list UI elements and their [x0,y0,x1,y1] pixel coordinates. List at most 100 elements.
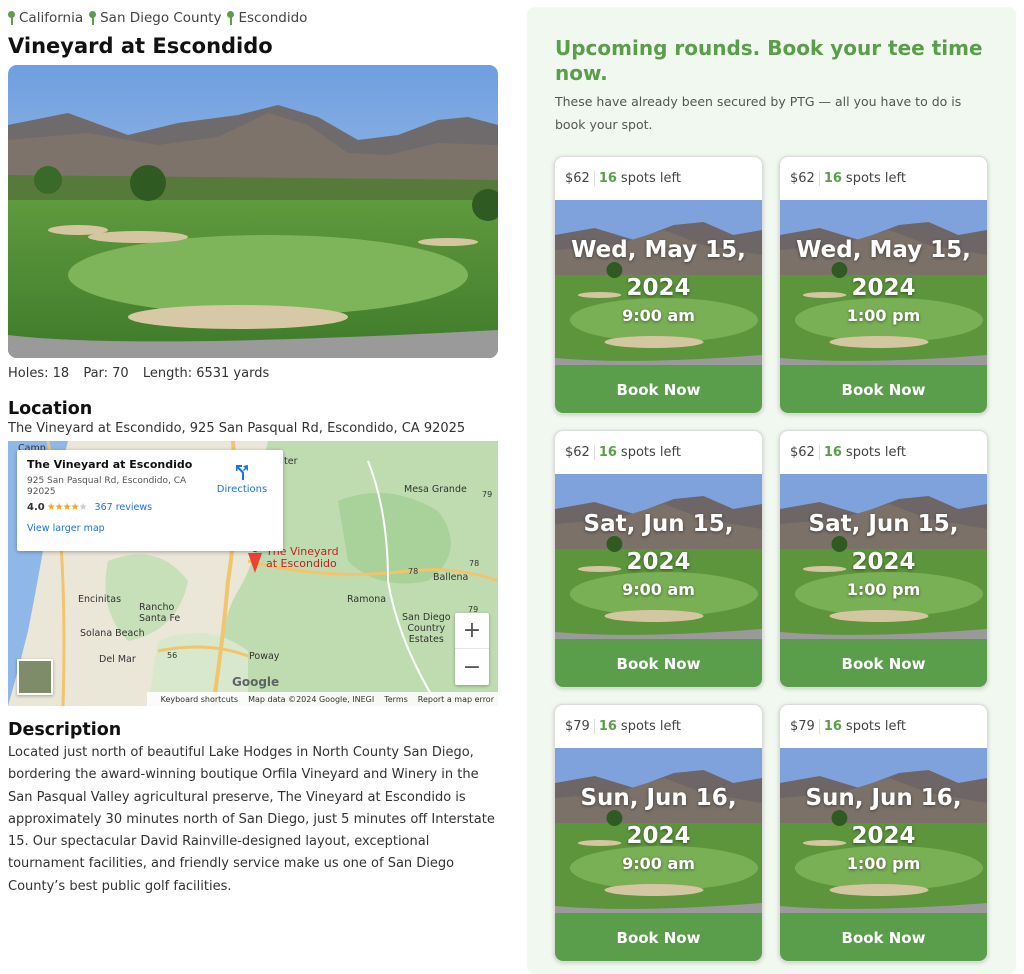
map-zoom-controls: + − [455,613,489,685]
map-label: Del Mar [99,654,136,665]
tee-time-card: $62 16 spots left Wed, May 15, 2024 1:00… [779,156,988,414]
round-time: 9:00 am [622,580,695,599]
map-label: Ramona [347,594,387,605]
reviews-link[interactable]: 367 reviews [95,502,153,513]
star-rating-icon: ★★★★★ [46,502,88,513]
map-pin-icon [89,10,97,26]
round-date: Sun, Jun 16, 2024 [805,785,962,849]
card-photo: Sat, Jun 15, 2024 1:00 pm [780,474,987,639]
card-header: $62 16 spots left [555,431,762,474]
price: $62 [790,171,820,186]
keyboard-shortcuts-link[interactable]: Keyboard shortcuts [161,695,238,704]
spots-label: spots left [845,719,906,734]
round-time: 9:00 am [622,854,695,873]
book-now-button[interactable]: Book Now [780,639,987,687]
map-pin-icon [8,10,15,26]
card-header: $79 16 spots left [555,705,762,748]
description-heading: Description [8,720,122,740]
location-heading: Location [8,399,93,419]
rounds-subtitle: These have already been secured by PTG —… [555,94,962,132]
map-label: Rancho Santa Fe [139,602,181,624]
spots-label: spots left [620,171,681,186]
description-text: Located just north of beautiful Lake Hod… [8,745,495,894]
view-larger-map-link[interactable]: View larger map [27,523,273,534]
breadcrumb-item-city[interactable]: Escondido [227,10,307,26]
round-date: Wed, May 15, 2024 [571,237,746,301]
route-badge: 78 [469,559,480,568]
book-now-button[interactable]: Book Now [555,913,762,961]
spots-count: 16 [598,171,617,186]
card-photo: Sun, Jun 16, 2024 9:00 am [555,748,762,913]
breadcrumb-item-california[interactable]: California [8,10,83,26]
tee-time-card: $62 16 spots left Sat, Jun 15, 2024 9:00… [554,430,763,688]
zoom-in-button[interactable]: + [455,613,489,649]
map-label: Poway [249,651,280,662]
round-date: Wed, May 15, 2024 [796,237,971,301]
round-date: Sun, Jun 16, 2024 [580,785,737,849]
satellite-toggle[interactable] [17,659,53,695]
place-address: 925 San Pasqual Rd, Escondido, CA 92025 [27,476,187,497]
spots-count: 16 [823,445,842,460]
spots-label: spots left [620,719,681,734]
route-badge: 56 [167,651,178,660]
breadcrumb-item-county[interactable]: San Diego County [89,10,221,26]
report-error-link[interactable]: Report a map error [418,695,494,704]
spots-count: 16 [598,445,617,460]
place-card: The Vineyard at Escondido 925 San Pasqua… [17,450,283,551]
spots-label: spots left [620,445,681,460]
round-time: 1:00 pm [846,854,921,873]
tee-time-card: $79 16 spots left Sun, Jun 16, 2024 9:00… [554,704,763,962]
upcoming-rounds-panel: Upcoming rounds. Book your tee time now.… [527,7,1016,974]
book-now-button[interactable]: Book Now [555,365,762,413]
card-photo: Wed, May 15, 2024 9:00 am [555,200,762,365]
embedded-map[interactable]: Camp ter Mesa Grande The Vineyard at Esco… [8,441,498,706]
round-date: Sat, Jun 15, 2024 [583,511,734,575]
map-label: Ballena [433,572,469,583]
spots-label: spots left [845,171,906,186]
spots-count: 16 [823,719,842,734]
holes-stat: Holes: 18 [8,366,70,381]
course-stats: Holes: 18 Par: 70 Length: 6531 yards [8,366,279,381]
page-title: Vineyard at Escondido [8,34,273,58]
card-header: $79 16 spots left [780,705,987,748]
tee-time-card: $79 16 spots left Sun, Jun 16, 2024 1:00… [779,704,988,962]
route-badge: 79 [482,490,493,499]
round-date: Sat, Jun 15, 2024 [808,511,959,575]
map-label: Encinitas [78,594,122,605]
map-data-text: Map data ©2024 Google, INEGI [248,694,375,704]
tee-time-card: $62 16 spots left Sat, Jun 15, 2024 1:00… [779,430,988,688]
card-header: $62 16 spots left [780,431,987,474]
card-photo: Sun, Jun 16, 2024 1:00 pm [780,748,987,913]
terms-link[interactable]: Terms [384,695,408,704]
round-time: 1:00 pm [846,580,921,599]
price: $79 [790,719,820,734]
location-address: The Vineyard at Escondido, 925 San Pasqu… [8,421,466,436]
book-now-button[interactable]: Book Now [555,639,762,687]
zoom-out-button[interactable]: − [455,649,489,685]
card-header: $62 16 spots left [780,157,987,200]
map-pin-icon [227,10,235,26]
place-rating: 4.0 ★★★★★ 367 reviews [27,502,153,513]
breadcrumb: California San Diego County Escondido [8,9,313,27]
price: $62 [790,445,820,460]
card-photo: Wed, May 15, 2024 1:00 pm [780,200,987,365]
card-photo: Sat, Jun 15, 2024 9:00 am [555,474,762,639]
route-badge: 78 [408,567,419,576]
price: $79 [565,719,595,734]
map-label: San Diego Country Estates [402,612,451,645]
rounds-title: Upcoming rounds. Book your tee time now. [555,36,983,85]
map-footer: Keyboard shortcuts Map data ©2024 Google… [146,692,498,706]
tee-time-card: $62 16 spots left Wed, May 15, 2024 9:00… [554,156,763,414]
spots-label: spots left [845,445,906,460]
round-time: 9:00 am [622,306,695,325]
price: $62 [565,445,595,460]
round-time: 1:00 pm [846,306,921,325]
book-now-button[interactable]: Book Now [780,913,987,961]
directions-button[interactable]: Directions [215,462,269,495]
card-header: $62 16 spots left [555,157,762,200]
price: $62 [565,171,595,186]
book-now-button[interactable]: Book Now [780,365,987,413]
spots-count: 16 [598,719,617,734]
length-stat: Length: 6531 yards [142,366,270,381]
course-photo [8,65,498,358]
